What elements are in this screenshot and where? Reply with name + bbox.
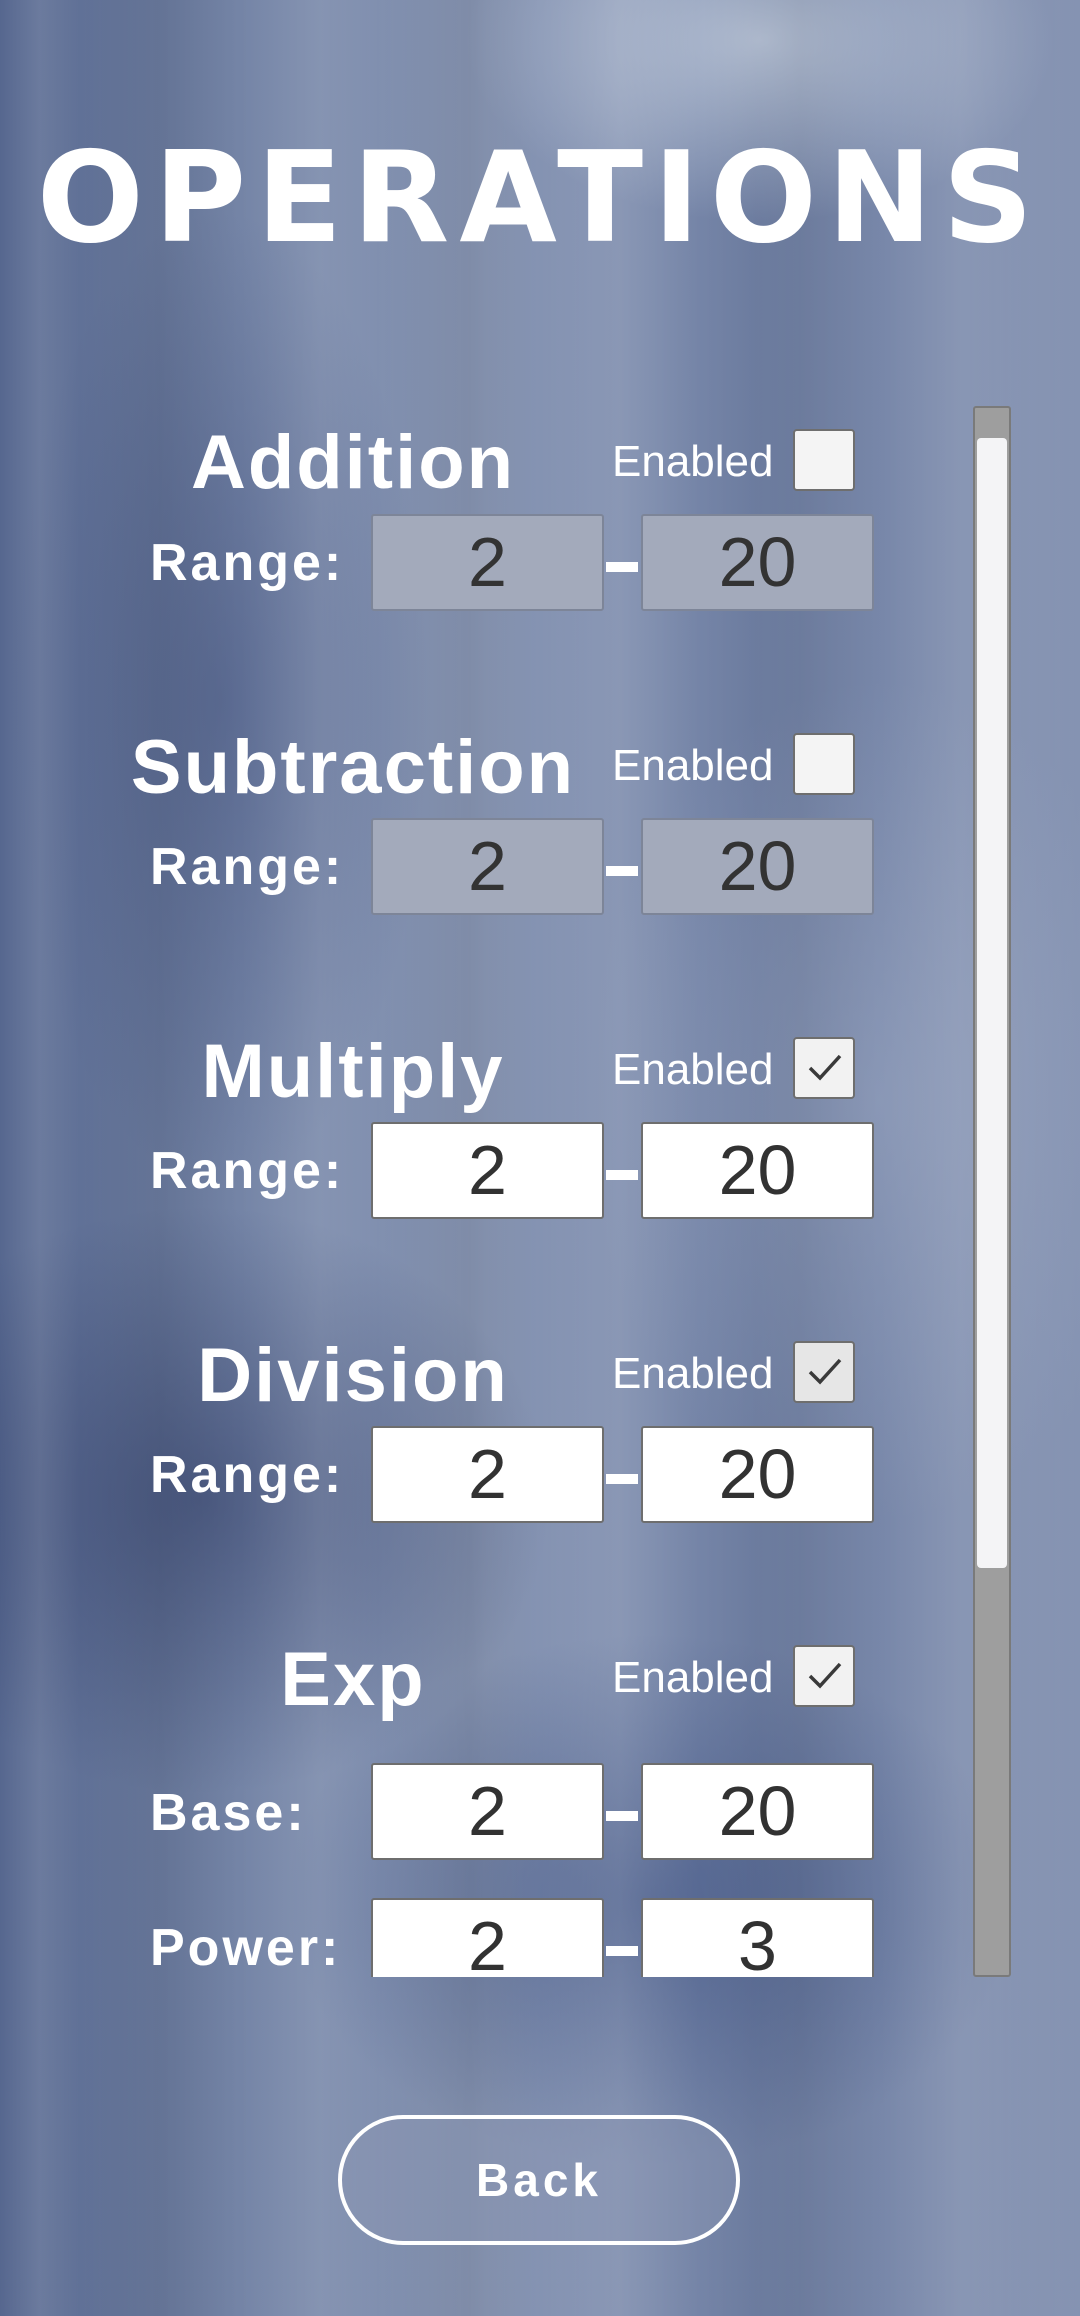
operation-title: Addition [190,420,516,505]
range-label: Range: [150,534,345,592]
addition-enabled-checkbox[interactable] [793,429,855,491]
exp-base-max-input[interactable]: 20 [641,1763,874,1860]
scrollbar-thumb[interactable] [977,438,1007,1568]
addition-range-min-input[interactable]: 2 [371,514,604,611]
enabled-label: Enabled [612,437,774,486]
enabled-label: Enabled [612,1349,774,1398]
range-separator [606,866,638,876]
division-enabled-checkbox[interactable] [793,1341,855,1403]
operation-title: Exp [280,1637,426,1722]
enabled-label: Enabled [612,741,774,790]
multiply-range-max-input[interactable]: 20 [641,1122,874,1219]
power-label: Power: [150,1919,342,1977]
subtraction-range-max-input[interactable]: 20 [641,818,874,915]
page-title: OPERATIONS [36,124,1044,271]
range-separator [606,562,638,572]
subtraction-enabled-checkbox[interactable] [793,733,855,795]
vertical-scrollbar[interactable] [973,406,1011,1977]
multiply-range-min-input[interactable]: 2 [371,1122,604,1219]
range-label: Range: [150,1446,345,1504]
operations-scroll-view[interactable]: Addition Enabled Range: 2 20 Subtraction… [0,400,1080,1977]
multiply-enabled-checkbox[interactable] [793,1037,855,1099]
back-button[interactable]: Back [338,2115,740,2245]
enabled-label: Enabled [612,1045,774,1094]
checkmark-icon [808,1358,842,1385]
division-range-min-input[interactable]: 2 [371,1426,604,1523]
checkmark-icon [808,1662,842,1689]
checkmark-icon [808,1054,842,1081]
operation-title: Division [197,1333,509,1418]
exp-power-min-input[interactable]: 2 [371,1898,604,1977]
operation-title: Multiply [201,1029,505,1114]
addition-range-max-input[interactable]: 20 [641,514,874,611]
enabled-label: Enabled [612,1653,774,1702]
range-separator [606,1811,638,1821]
exp-base-min-input[interactable]: 2 [371,1763,604,1860]
exp-enabled-checkbox[interactable] [793,1645,855,1707]
range-label: Range: [150,838,345,896]
operation-title: Subtraction [130,725,576,810]
subtraction-range-min-input[interactable]: 2 [371,818,604,915]
range-separator [606,1474,638,1484]
range-label: Range: [150,1142,345,1200]
base-label: Base: [150,1784,307,1842]
range-separator [606,1170,638,1180]
range-separator [606,1946,638,1956]
exp-power-max-input[interactable]: 3 [641,1898,874,1977]
division-range-max-input[interactable]: 20 [641,1426,874,1523]
